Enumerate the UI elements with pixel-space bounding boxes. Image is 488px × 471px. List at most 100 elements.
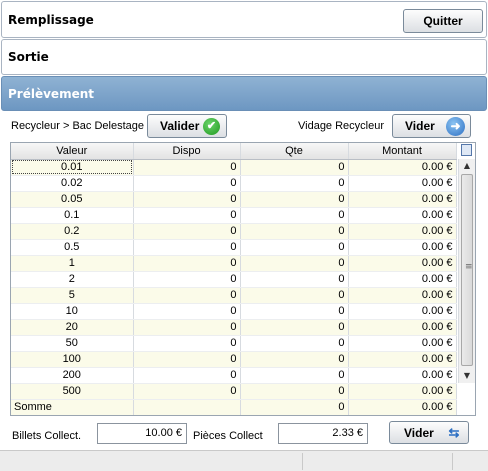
cell-montant[interactable]: 0.00 € — [348, 335, 457, 352]
cell-dispo[interactable]: 0 — [133, 255, 241, 272]
cell-qte[interactable]: 0 — [240, 271, 349, 288]
cell-valeur[interactable]: 200 — [11, 367, 134, 384]
cell-montant[interactable]: 0.00 € — [348, 367, 457, 384]
vertical-scrollbar[interactable]: ▲ ≡ ▼ — [458, 159, 475, 383]
cell-valeur[interactable]: 5 — [11, 287, 134, 304]
cell-qte[interactable]: 0 — [240, 223, 349, 240]
cell-qte[interactable]: 0 — [240, 175, 349, 192]
table-row[interactable]: 20 0 0 0.00 € — [11, 319, 457, 336]
column-chooser-icon[interactable] — [461, 144, 472, 156]
cell-qte[interactable]: 0 — [240, 351, 349, 368]
cell-qte[interactable]: 0 — [240, 303, 349, 320]
table-row[interactable]: 0.05 0 0 0.00 € — [11, 191, 457, 208]
table-row[interactable]: 100 0 0 0.00 € — [11, 351, 457, 368]
cell-valeur[interactable]: 10 — [11, 303, 134, 320]
vider-recycleur-button[interactable]: Vider ➜ — [392, 114, 471, 138]
arrow-right-icon: ➜ — [446, 117, 465, 136]
table-row[interactable]: 0.02 0 0 0.00 € — [11, 175, 457, 192]
cell-valeur[interactable]: 1 — [11, 255, 134, 272]
sum-dispo — [133, 398, 241, 415]
cell-qte[interactable]: 0 — [240, 239, 349, 256]
table-row[interactable]: 5 0 0 0.00 € — [11, 287, 457, 304]
cell-valeur[interactable]: 2 — [11, 271, 134, 288]
cell-qte[interactable]: 0 — [240, 207, 349, 224]
column-header-qte[interactable]: Qte — [240, 143, 349, 160]
sum-row: Somme 0 0.00 € — [11, 398, 457, 415]
table-row[interactable]: 0.01 0 0 0.00 € — [11, 159, 457, 176]
cell-valeur[interactable]: 0.1 — [11, 207, 134, 224]
cell-montant[interactable]: 0.00 € — [348, 271, 457, 288]
cell-qte[interactable]: 0 — [240, 383, 349, 400]
cell-valeur[interactable]: 0.01 — [11, 159, 134, 176]
table-row[interactable]: 2 0 0 0.00 € — [11, 271, 457, 288]
cell-qte[interactable]: 0 — [240, 191, 349, 208]
cell-qte[interactable]: 0 — [240, 319, 349, 336]
cell-montant[interactable]: 0.00 € — [348, 255, 457, 272]
cell-qte[interactable]: 0 — [240, 159, 349, 176]
table-row[interactable]: 200 0 0 0.00 € — [11, 367, 457, 384]
cell-dispo[interactable]: 0 — [133, 287, 241, 304]
cell-valeur[interactable]: 100 — [11, 351, 134, 368]
cell-valeur[interactable]: 0.05 — [11, 191, 134, 208]
valider-button[interactable]: Valider ✔ — [147, 114, 227, 138]
cell-dispo[interactable]: 0 — [133, 239, 241, 256]
cell-valeur[interactable]: 0.02 — [11, 175, 134, 192]
table-row[interactable]: 50 0 0 0.00 € — [11, 335, 457, 352]
cell-dispo[interactable]: 0 — [133, 271, 241, 288]
cell-dispo[interactable]: 0 — [133, 191, 241, 208]
column-header-montant[interactable]: Montant — [348, 143, 457, 160]
cell-montant[interactable]: 0.00 € — [348, 207, 457, 224]
cell-dispo[interactable]: 0 — [133, 175, 241, 192]
cell-dispo[interactable]: 0 — [133, 367, 241, 384]
cell-montant[interactable]: 0.00 € — [348, 159, 457, 176]
cell-dispo[interactable]: 0 — [133, 207, 241, 224]
section-prelevement[interactable]: Prélèvement — [1, 76, 487, 111]
table-row[interactable]: 0.2 0 0 0.00 € — [11, 223, 457, 240]
cell-qte[interactable]: 0 — [240, 367, 349, 384]
scroll-up-icon[interactable]: ▲ — [459, 159, 475, 173]
cell-montant[interactable]: 0.00 € — [348, 191, 457, 208]
table-row[interactable]: 500 0 0 0.00 € — [11, 383, 457, 400]
section-remplissage[interactable]: Remplissage Quitter — [1, 1, 487, 38]
column-header-valeur[interactable]: Valeur — [11, 143, 134, 160]
cell-dispo[interactable]: 0 — [133, 303, 241, 320]
cell-dispo[interactable]: 0 — [133, 223, 241, 240]
billets-collect-field[interactable]: 10.00 € — [97, 423, 187, 444]
cell-dispo[interactable]: 0 — [133, 335, 241, 352]
cell-dispo[interactable]: 0 — [133, 319, 241, 336]
cell-valeur[interactable]: 0.5 — [11, 239, 134, 256]
cell-valeur[interactable]: 20 — [11, 319, 134, 336]
cell-montant[interactable]: 0.00 € — [348, 351, 457, 368]
cell-montant[interactable]: 0.00 € — [348, 303, 457, 320]
status-divider — [302, 453, 303, 470]
table-row[interactable]: 0.5 0 0 0.00 € — [11, 239, 457, 256]
column-header-dispo[interactable]: Dispo — [133, 143, 241, 160]
cell-dispo[interactable]: 0 — [133, 383, 241, 400]
quitter-button[interactable]: Quitter — [403, 9, 483, 33]
scroll-down-icon[interactable]: ▼ — [459, 369, 475, 383]
swap-icon: ⇆ — [448, 425, 460, 440]
vider-collect-button[interactable]: Vider ⇆ — [389, 421, 469, 444]
valider-button-label: Valider — [160, 119, 200, 133]
scrollbar-thumb[interactable]: ≡ — [461, 174, 473, 366]
cell-montant[interactable]: 0.00 € — [348, 223, 457, 240]
cell-montant[interactable]: 0.00 € — [348, 319, 457, 336]
table-row[interactable]: 1 0 0 0.00 € — [11, 255, 457, 272]
cell-montant[interactable]: 0.00 € — [348, 239, 457, 256]
cell-montant[interactable]: 0.00 € — [348, 175, 457, 192]
section-prelevement-title: Prélèvement — [8, 87, 94, 101]
cell-montant[interactable]: 0.00 € — [348, 383, 457, 400]
cell-montant[interactable]: 0.00 € — [348, 287, 457, 304]
cell-valeur[interactable]: 50 — [11, 335, 134, 352]
cell-qte[interactable]: 0 — [240, 255, 349, 272]
pieces-collect-field[interactable]: 2.33 € — [278, 423, 368, 444]
section-sortie[interactable]: Sortie — [1, 39, 487, 75]
cell-dispo[interactable]: 0 — [133, 159, 241, 176]
cell-dispo[interactable]: 0 — [133, 351, 241, 368]
cell-valeur[interactable]: 500 — [11, 383, 134, 400]
cell-qte[interactable]: 0 — [240, 335, 349, 352]
table-row[interactable]: 10 0 0 0.00 € — [11, 303, 457, 320]
cell-qte[interactable]: 0 — [240, 287, 349, 304]
cell-valeur[interactable]: 0.2 — [11, 223, 134, 240]
table-row[interactable]: 0.1 0 0 0.00 € — [11, 207, 457, 224]
